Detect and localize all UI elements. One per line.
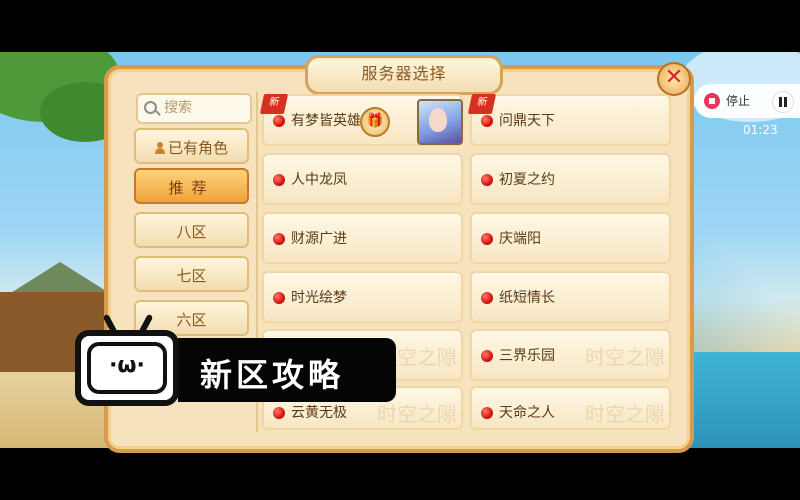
server-cell[interactable]: 三界乐园 时空之隙 (470, 329, 671, 381)
server-name: 人中龙凤 (291, 172, 347, 188)
server-cell[interactable]: 新 有梦皆英雄 🎁 (259, 94, 463, 146)
status-dot (481, 292, 493, 304)
recording-timer: 01:23 (743, 123, 778, 137)
sidebar-item-label: 已有角色 (167, 139, 228, 157)
status-dot (273, 292, 285, 304)
server-name: 纸短情长 (499, 290, 555, 306)
server-name: 天命之人 (499, 405, 555, 421)
sidebar-item-label: 七区 (176, 267, 207, 285)
tv-face: ·ω· (87, 342, 167, 394)
zone-watermark: 时空之隙 (585, 345, 665, 369)
server-name: 财源广进 (291, 231, 347, 247)
new-badge: 新 (259, 94, 289, 114)
server-name: 庆端阳 (499, 231, 541, 247)
search-icon (144, 101, 157, 114)
zone-watermark: 时空之隙 (585, 402, 665, 426)
dialog-title: 服务器选择 (305, 55, 503, 95)
status-dot (481, 115, 493, 127)
new-badge: 新 (467, 94, 497, 114)
server-cell[interactable]: 初夏之约 (470, 153, 671, 205)
server-cell[interactable]: 时光绘梦 (262, 271, 463, 323)
close-button[interactable]: ✕ (657, 62, 691, 96)
status-dot (273, 233, 285, 245)
status-dot (481, 350, 493, 362)
recorder-bar: 停止 (694, 84, 800, 118)
status-dot (273, 407, 285, 419)
sidebar-item-zone-7[interactable]: 七区 (134, 256, 249, 292)
banner-text: 新区攻略 (200, 356, 345, 394)
status-dot (481, 407, 493, 419)
server-cell[interactable]: 庆端阳 (470, 212, 671, 264)
stop-icon[interactable] (704, 93, 720, 109)
sidebar-item-label: 八区 (176, 223, 207, 241)
tv-logo-icon: ·ω· (75, 313, 179, 406)
zone-watermark: 时空之隙 (377, 402, 457, 426)
pause-icon[interactable] (772, 91, 794, 113)
server-cell[interactable]: 新 问鼎天下 (467, 94, 671, 146)
server-cell[interactable]: 人中龙凤 (262, 153, 463, 205)
server-name: 时光绘梦 (291, 290, 347, 306)
search-input[interactable]: 搜索 (136, 93, 252, 124)
server-name: 有梦皆英雄 (291, 113, 361, 129)
sidebar-item-label: 六区 (176, 311, 207, 329)
server-name: 初夏之约 (499, 172, 555, 188)
server-name: 云黄无极 (291, 405, 347, 421)
stop-label[interactable]: 停止 (726, 92, 750, 109)
character-avatar (417, 99, 463, 145)
person-icon (154, 142, 165, 154)
server-cell[interactable]: 财源广进 (262, 212, 463, 264)
sidebar-item-recommended[interactable]: 推荐 (134, 168, 249, 204)
server-name: 三界乐园 (499, 348, 555, 364)
sidebar-item-label: 推荐 (168, 179, 215, 197)
close-icon: ✕ (664, 65, 684, 90)
title-banner: 新区攻略 (178, 338, 396, 402)
gift-icon[interactable]: 🎁 (360, 107, 390, 137)
sidebar-item-zone-8[interactable]: 八区 (134, 212, 249, 248)
server-cell[interactable]: 纸短情长 (470, 271, 671, 323)
status-dot (481, 233, 493, 245)
server-cell[interactable]: 天命之人 时空之隙 (470, 386, 671, 430)
status-dot (273, 174, 285, 186)
status-dot (273, 115, 285, 127)
status-dot (481, 174, 493, 186)
search-placeholder: 搜索 (164, 100, 192, 116)
server-name: 问鼎天下 (499, 113, 555, 129)
sidebar-item-owned-roles[interactable]: 已有角色 (134, 128, 249, 164)
